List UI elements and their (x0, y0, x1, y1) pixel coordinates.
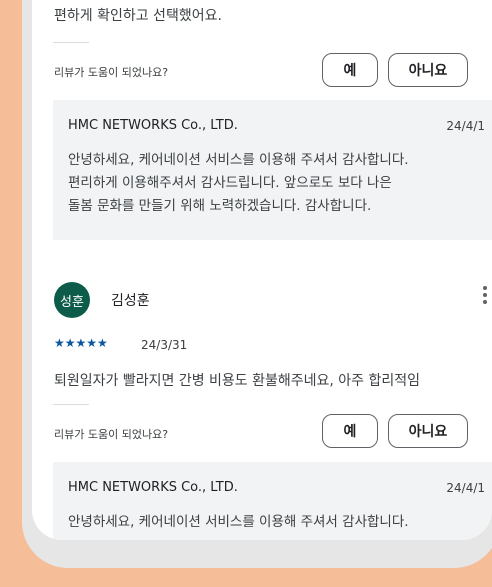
reply-date: 24/4/1 (446, 481, 485, 495)
helpful-no-button[interactable]: 아니요 (388, 414, 468, 448)
review-author: 김성훈 (111, 293, 150, 309)
reply-text: 안녕하세요, 케어네이션 서비스를 이용해 주셔서 감사합니다. (68, 514, 409, 530)
review-list-screen: 편하게 확인하고 선택했어요. 리뷰가 도움이 되었나요? 예 아니요 HMC … (32, 0, 492, 540)
helpful-yes-button[interactable]: 예 (322, 53, 378, 87)
star-rating-icon: ★★★★★ (54, 336, 108, 350)
helpful-question: 리뷰가 도움이 되었나요? (54, 66, 169, 79)
review-date: 24/3/31 (141, 338, 188, 352)
review-body: 퇴원일자가 빨라지면 간병 비용도 환불해주네요, 아주 합리적임 (54, 373, 421, 389)
avatar: 성훈 (54, 282, 90, 318)
reply-text: 안녕하세요, 케어네이션 서비스를 이용해 주셔서 감사합니다. 편리하게 이용… (68, 152, 409, 214)
more-options-icon[interactable] (482, 286, 488, 307)
developer-name: HMC NETWORKS Co., LTD. (68, 118, 238, 133)
helpful-no-button[interactable]: 아니요 (388, 53, 468, 87)
developer-reply: HMC NETWORKS Co., LTD. 24/4/1 안녕하세요, 케어네… (53, 462, 492, 540)
divider (53, 404, 89, 405)
review-body: 편하게 확인하고 선택했어요. (54, 8, 222, 24)
developer-name: HMC NETWORKS Co., LTD. (68, 480, 238, 495)
helpful-yes-button[interactable]: 예 (322, 414, 378, 448)
divider (53, 42, 89, 43)
developer-reply: HMC NETWORKS Co., LTD. 24/4/1 안녕하세요, 케어네… (53, 100, 492, 240)
reply-date: 24/4/1 (446, 119, 485, 133)
helpful-question: 리뷰가 도움이 되었나요? (54, 428, 169, 441)
